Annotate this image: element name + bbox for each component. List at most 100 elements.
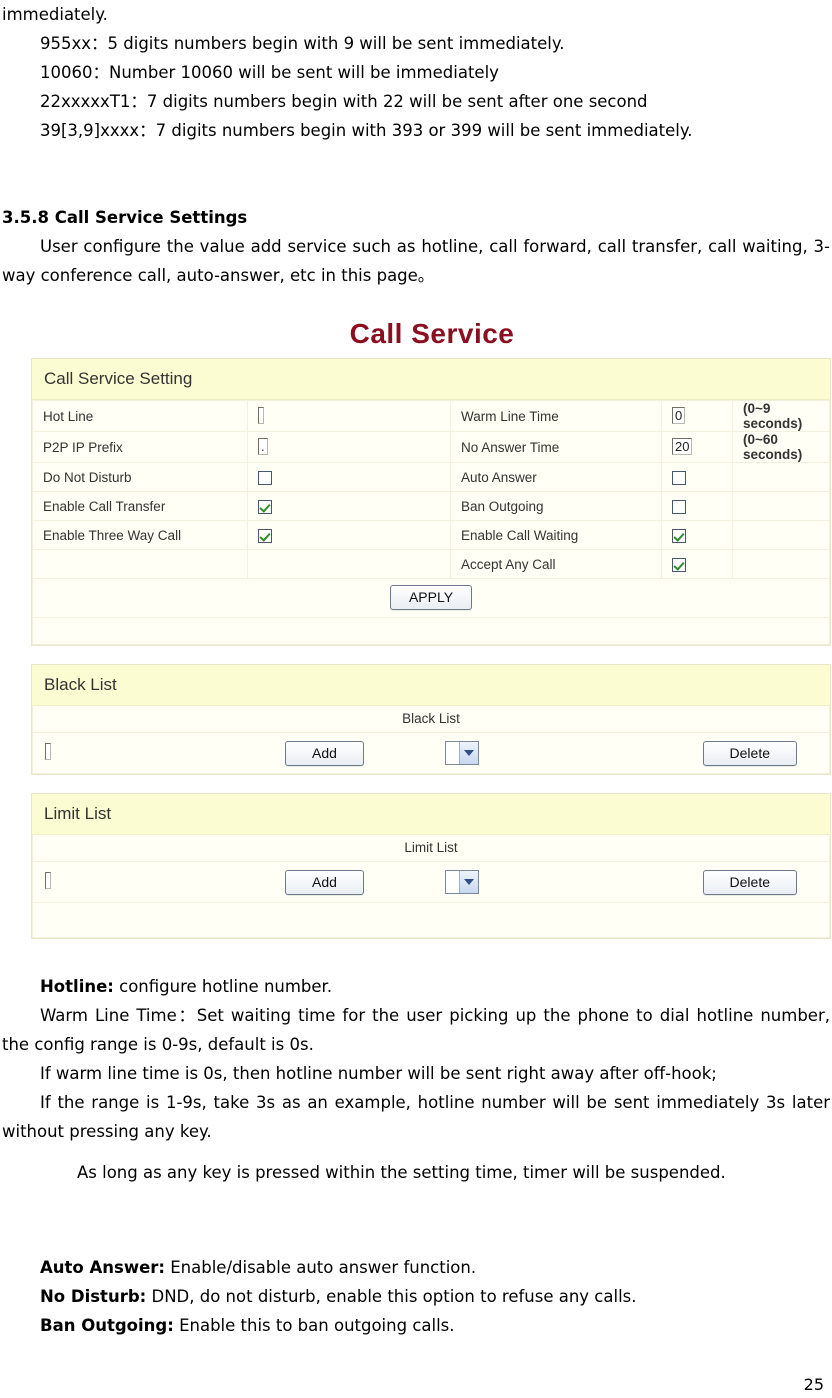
- table-row: Enable Call Transfer Ban Outgoing: [32, 491, 830, 521]
- label-enable-three-way-call: Enable Three Way Call: [32, 520, 248, 550]
- label-warm-line-time: Warm Line Time: [450, 400, 662, 432]
- black-list-column-label: Black List: [32, 706, 830, 733]
- cell-accept-any-call-checkbox: [661, 549, 733, 579]
- black-list-panel: Black List Black List Add Delete: [31, 664, 831, 775]
- hint-warm-line-time: (0~9 seconds): [732, 400, 830, 432]
- page-number: 25: [803, 1375, 824, 1394]
- black-list-add-wrap: Add: [285, 741, 364, 766]
- limit-list-header: Limit List: [32, 794, 830, 835]
- limit-list-input[interactable]: [45, 872, 51, 889]
- limit-list-column-label: Limit List: [32, 835, 830, 862]
- limit-list-footer-spacer: [32, 903, 830, 938]
- hint-empty-2: [732, 491, 830, 521]
- paragraph-10060: 10060：Number 10060 will be sent will be …: [40, 63, 499, 82]
- cell-no-answer-time-input: 20: [661, 431, 733, 463]
- table-row: Enable Three Way Call Enable Call Waitin…: [32, 520, 830, 550]
- paragraph-warm-zero: If warm line time is 0s, then hotline nu…: [40, 1064, 717, 1083]
- section-block: 3.5.8 Call Service Settings User configu…: [0, 203, 832, 290]
- table-row: Hot Line Warm Line Time 0 (0~9 seconds): [32, 400, 830, 432]
- do-not-disturb-checkbox[interactable]: [258, 470, 272, 485]
- call-service-setting-panel: Call Service Setting Hot Line Warm Line …: [31, 358, 831, 646]
- cell-enable-call-transfer-checkbox: [247, 491, 451, 521]
- label-do-not-disturb: Do Not Disturb: [32, 462, 248, 492]
- black-list-delete-wrap: Delete: [702, 741, 797, 766]
- black-list-delete-button[interactable]: Delete: [702, 741, 797, 766]
- label-no-answer-time: No Answer Time: [450, 431, 662, 463]
- label-empty-left: [32, 549, 248, 579]
- black-list-select-wrap: [445, 741, 479, 770]
- cell-p2p-ip-prefix-input: .: [247, 431, 451, 463]
- label-auto-answer: Auto Answer: [450, 462, 662, 492]
- limit-list-delete-wrap: Delete: [702, 870, 797, 895]
- paragraph-warm-range: If the range is 1-9s, take 3s as an exam…: [2, 1093, 830, 1141]
- warm-line-time-input[interactable]: 0: [672, 407, 686, 424]
- p2p-ip-prefix-input[interactable]: .: [258, 438, 268, 455]
- limit-list-add-button[interactable]: Add: [285, 870, 364, 895]
- label-enable-call-transfer: Enable Call Transfer: [32, 491, 248, 521]
- auto-answer-text: Enable/disable auto answer function.: [165, 1258, 477, 1277]
- cell-enable-three-way-call-checkbox: [247, 520, 451, 550]
- top-text-block: immediately. 955xx：5 digits numbers begi…: [0, 0, 832, 145]
- no-disturb-text: DND, do not disturb, enable this option …: [146, 1287, 637, 1306]
- black-list-header: Black List: [32, 665, 830, 706]
- paragraph-immediately-top: immediately.: [2, 5, 108, 24]
- ban-outgoing-checkbox[interactable]: [672, 499, 686, 514]
- limit-list-delete-button[interactable]: Delete: [702, 870, 797, 895]
- no-answer-time-input[interactable]: 20: [672, 438, 693, 455]
- limit-list-select[interactable]: [445, 870, 479, 894]
- paragraph-auto-answer: Auto Answer: Enable/disable auto answer …: [2, 1253, 830, 1282]
- section-heading: 3.5.8 Call Service Settings: [2, 208, 248, 227]
- paragraph-ban-outgoing: Ban Outgoing: Enable this to ban outgoin…: [2, 1311, 830, 1340]
- table-row: P2P IP Prefix . No Answer Time 20 (0~60 …: [32, 431, 830, 463]
- call-service-setting-table: Hot Line Warm Line Time 0 (0~9 seconds) …: [32, 400, 830, 579]
- limit-list-panel: Limit List Limit List Add Delete: [31, 793, 831, 939]
- label-ban-outgoing: Ban Outgoing: [450, 491, 662, 521]
- black-list-add-button[interactable]: Add: [285, 741, 364, 766]
- paragraph-warm-line-time: Warm Line Time：Set waiting time for the …: [2, 1006, 830, 1054]
- black-list-select[interactable]: [445, 741, 479, 765]
- label-enable-call-waiting: Enable Call Waiting: [450, 520, 662, 550]
- paragraph-key-press: As long as any key is pressed within the…: [77, 1163, 726, 1182]
- auto-answer-label: Auto Answer:: [40, 1258, 165, 1277]
- black-list-controls-row: Add Delete: [32, 733, 830, 774]
- hint-empty-4: [732, 549, 830, 579]
- panel-gap-2: [31, 775, 832, 793]
- auto-answer-checkbox[interactable]: [672, 470, 686, 485]
- hint-empty-1: [732, 462, 830, 492]
- enable-call-waiting-checkbox[interactable]: [672, 528, 686, 543]
- limit-list-add-wrap: Add: [285, 870, 364, 895]
- cell-hot-line-input: [247, 400, 451, 432]
- enable-call-transfer-checkbox[interactable]: [258, 499, 272, 514]
- limit-list-input-wrap: [45, 871, 51, 891]
- no-disturb-label: No Disturb:: [40, 1287, 147, 1306]
- section-intro-paragraph: User configure the value add service suc…: [2, 237, 830, 285]
- cell-do-not-disturb-checkbox: [247, 462, 451, 492]
- enable-three-way-call-checkbox[interactable]: [258, 528, 272, 543]
- panel-gap-1: [31, 646, 832, 664]
- cell-ban-outgoing-checkbox: [661, 491, 733, 521]
- cell-empty-left: [247, 549, 451, 579]
- black-list-input-wrap: [45, 742, 51, 762]
- paragraph-22xxxxxT1: 22xxxxxT1：7 digits numbers begin with 22…: [40, 92, 648, 111]
- black-list-input[interactable]: [45, 743, 51, 760]
- settings-panel-footer-spacer: [32, 618, 830, 645]
- chevron-down-icon: [459, 742, 478, 764]
- document-page: immediately. 955xx：5 digits numbers begi…: [0, 0, 832, 1398]
- paragraph-no-disturb: No Disturb: DND, do not disturb, enable …: [2, 1282, 830, 1311]
- call-service-screenshot: Call Service Call Service Setting Hot Li…: [31, 318, 832, 939]
- table-row: Do Not Disturb Auto Answer: [32, 462, 830, 492]
- ban-outgoing-text: Enable this to ban outgoing calls.: [173, 1316, 455, 1335]
- table-row: Accept Any Call: [32, 549, 830, 579]
- after-figure-text-block: Hotline: configure hotline number. Warm …: [0, 972, 832, 1187]
- apply-button[interactable]: APPLY: [389, 585, 473, 610]
- cell-auto-answer-checkbox: [661, 462, 733, 492]
- hint-empty-3: [732, 520, 830, 550]
- hot-line-input[interactable]: [258, 407, 264, 424]
- accept-any-call-checkbox[interactable]: [672, 557, 686, 572]
- label-accept-any-call: Accept Any Call: [450, 549, 662, 579]
- feature-list-block: Auto Answer: Enable/disable auto answer …: [0, 1253, 832, 1340]
- limit-list-select-wrap: [445, 870, 479, 899]
- cell-warm-line-time-input: 0: [661, 400, 733, 432]
- paragraph-955xx: 955xx：5 digits numbers begin with 9 will…: [40, 34, 565, 53]
- apply-row: APPLY: [32, 579, 830, 618]
